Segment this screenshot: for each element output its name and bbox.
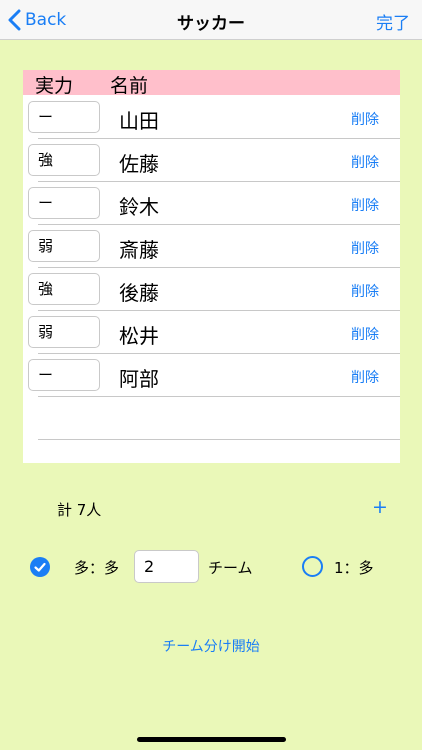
delete-button[interactable]: 削除: [351, 109, 379, 129]
mode-many-label: 多：多: [74, 559, 120, 577]
header-strength: 実力: [35, 75, 74, 97]
total-count: 計 7人: [57, 501, 102, 519]
member-name: 斎藤: [119, 238, 159, 262]
table-row: 弱 斎藤 削除: [23, 225, 400, 268]
mode-many-radio[interactable]: [30, 557, 50, 577]
delete-button[interactable]: 削除: [351, 152, 379, 172]
start-team-split-button[interactable]: チーム分け開始: [0, 636, 422, 656]
back-button[interactable]: Back: [8, 7, 66, 33]
delete-button[interactable]: 削除: [351, 238, 379, 258]
member-name: 山田: [119, 109, 159, 133]
checkmark-icon: [34, 562, 46, 572]
strength-input[interactable]: ー: [28, 359, 100, 391]
strength-input[interactable]: 弱: [28, 230, 100, 262]
strength-input[interactable]: 強: [28, 273, 100, 305]
chevron-left-icon: [8, 9, 21, 31]
delete-button[interactable]: 削除: [351, 281, 379, 301]
member-name: 佐藤: [119, 152, 159, 176]
back-label: Back: [25, 10, 67, 30]
header-name: 名前: [110, 75, 149, 97]
strength-input[interactable]: 弱: [28, 316, 100, 348]
delete-button[interactable]: 削除: [351, 367, 379, 387]
table-row: ー 鈴木 削除: [23, 182, 400, 225]
mode-one-radio[interactable]: [302, 556, 323, 577]
table-row: ー 山田 削除: [23, 96, 400, 139]
delete-button[interactable]: 削除: [351, 324, 379, 344]
strength-input[interactable]: 強: [28, 144, 100, 176]
table-row: 弱 松井 削除: [23, 311, 400, 354]
strength-input[interactable]: ー: [28, 187, 100, 219]
delete-button[interactable]: 削除: [351, 195, 379, 215]
table-row: 強 後藤 削除: [23, 268, 400, 311]
team-label: チーム: [208, 559, 253, 577]
row-divider: [38, 439, 400, 440]
row-divider: [38, 396, 400, 397]
home-indicator: [137, 737, 286, 742]
member-table: 実力 名前 ー 山田 削除 強 佐藤 削除 ー 鈴木 削除 弱 斎藤 削除 強 …: [23, 70, 400, 463]
team-count-input[interactable]: 2: [134, 550, 199, 583]
member-name: 阿部: [119, 367, 159, 391]
add-member-button[interactable]: +: [372, 496, 388, 518]
done-button[interactable]: 完了: [376, 9, 410, 34]
table-row: ー 阿部 削除: [23, 354, 400, 397]
table-row: 強 佐藤 削除: [23, 139, 400, 182]
member-name: 後藤: [119, 281, 159, 305]
mode-one-label: 1：多: [334, 559, 374, 577]
strength-input[interactable]: ー: [28, 101, 100, 133]
table-header: 実力 名前: [23, 70, 400, 97]
member-name: 鈴木: [119, 195, 159, 219]
navigation-bar: Back サッカー 完了: [0, 0, 422, 40]
member-name: 松井: [119, 324, 159, 348]
